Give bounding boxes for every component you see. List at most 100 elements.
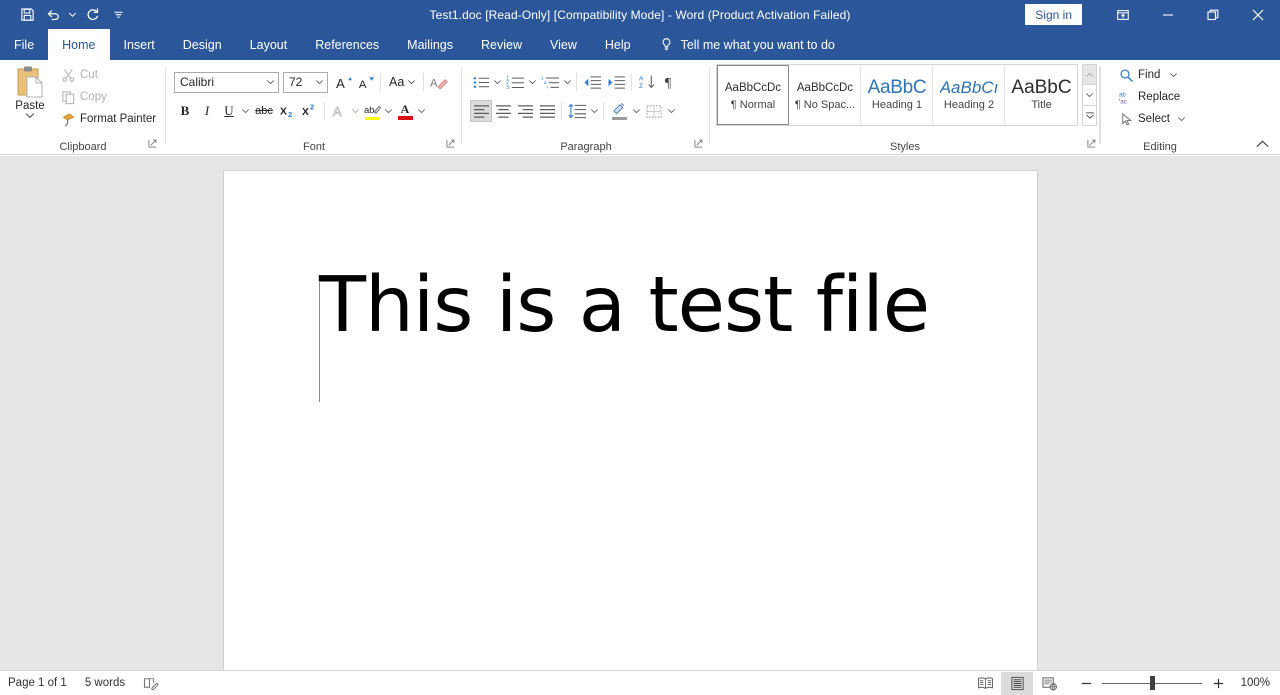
zoom-level-label[interactable]: 100% bbox=[1234, 677, 1270, 689]
borders-icon[interactable] bbox=[642, 100, 666, 122]
styles-scroll-up-icon[interactable] bbox=[1083, 65, 1096, 86]
underline-chevron-down-icon[interactable] bbox=[240, 100, 251, 122]
clear-formatting-icon[interactable]: A bbox=[427, 71, 449, 93]
strikethrough-button[interactable]: abc bbox=[251, 100, 277, 122]
zoom-out-button[interactable] bbox=[1079, 673, 1093, 693]
tab-mailings[interactable]: Mailings bbox=[393, 29, 467, 60]
tab-view[interactable]: View bbox=[536, 29, 591, 60]
bold-button[interactable]: B bbox=[174, 100, 196, 122]
select-chevron-down-icon bbox=[1177, 117, 1185, 121]
find-button[interactable]: Find bbox=[1114, 64, 1190, 86]
read-mode-view-icon[interactable] bbox=[969, 672, 1001, 695]
print-layout-view-icon[interactable] bbox=[1001, 671, 1033, 695]
cut-button[interactable]: Cut bbox=[56, 64, 161, 86]
shrink-font-icon[interactable]: A bbox=[355, 71, 377, 93]
italic-button[interactable]: I bbox=[196, 100, 218, 122]
font-size-chevron-down-icon[interactable] bbox=[312, 80, 327, 84]
styles-more-icon[interactable] bbox=[1083, 105, 1096, 125]
font-size-input[interactable]: 72 bbox=[283, 71, 328, 93]
styles-scroll-down-icon[interactable] bbox=[1083, 85, 1096, 106]
subscript-button[interactable]: X2 bbox=[277, 100, 299, 122]
font-dialog-launcher[interactable] bbox=[444, 139, 456, 151]
styles-dialog-launcher[interactable] bbox=[1085, 139, 1097, 151]
bullets-chevron-down-icon[interactable] bbox=[492, 71, 503, 93]
shading-chevron-down-icon[interactable] bbox=[631, 100, 642, 122]
quick-access-toolbar bbox=[14, 0, 131, 29]
format-painter-button[interactable]: Format Painter bbox=[56, 108, 161, 130]
borders-chevron-down-icon[interactable] bbox=[666, 100, 677, 122]
show-formatting-marks-icon[interactable]: ¶ bbox=[659, 71, 681, 93]
tab-review[interactable]: Review bbox=[467, 29, 536, 60]
save-icon[interactable] bbox=[14, 2, 40, 27]
undo-dropdown-chevron-down-icon[interactable] bbox=[66, 2, 79, 27]
replace-button[interactable]: ab ac Replace bbox=[1114, 86, 1190, 108]
numbering-chevron-down-icon[interactable] bbox=[527, 71, 538, 93]
numbering-icon[interactable]: 123 bbox=[503, 71, 527, 93]
underline-button[interactable]: U bbox=[218, 100, 240, 122]
close-icon[interactable] bbox=[1235, 0, 1280, 29]
text-effects-button[interactable]: A bbox=[328, 100, 350, 122]
tab-layout[interactable]: Layout bbox=[236, 29, 302, 60]
align-right-icon[interactable] bbox=[514, 100, 536, 122]
style-item-no-spacing[interactable]: AaBbCcDc ¶ No Spac... bbox=[789, 65, 861, 125]
style-item-title[interactable]: AaBbC Title bbox=[1005, 65, 1077, 125]
font-color-button[interactable]: A bbox=[394, 100, 416, 122]
copy-button[interactable]: Copy bbox=[56, 86, 161, 108]
justify-icon[interactable] bbox=[536, 100, 558, 122]
tab-help[interactable]: Help bbox=[591, 29, 645, 60]
word-count-status[interactable]: 5 words bbox=[85, 677, 125, 689]
collapse-ribbon-icon[interactable] bbox=[1252, 136, 1272, 152]
decrease-indent-icon[interactable] bbox=[580, 71, 604, 93]
multilevel-list-chevron-down-icon[interactable] bbox=[562, 71, 573, 93]
font-family-input[interactable]: Calibri bbox=[174, 71, 279, 93]
clipboard-dialog-launcher[interactable] bbox=[146, 139, 158, 151]
style-preview: AaBbC bbox=[867, 79, 927, 97]
zoom-in-button[interactable] bbox=[1211, 673, 1225, 693]
web-layout-view-icon[interactable] bbox=[1033, 672, 1065, 695]
grow-font-icon[interactable]: A bbox=[333, 71, 355, 93]
page-number-status[interactable]: Page 1 of 1 bbox=[8, 677, 67, 689]
line-spacing-chevron-down-icon[interactable] bbox=[589, 100, 600, 122]
tab-design[interactable]: Design bbox=[169, 29, 236, 60]
undo-icon[interactable] bbox=[40, 2, 66, 27]
change-case-button[interactable]: Aa bbox=[384, 71, 420, 93]
document-canvas[interactable]: This is a test file bbox=[0, 156, 1280, 695]
select-button[interactable]: Select bbox=[1114, 108, 1190, 130]
minimize-icon[interactable] bbox=[1145, 0, 1190, 29]
font-family-chevron-down-icon[interactable] bbox=[263, 80, 278, 84]
document-body-text[interactable]: This is a test file bbox=[319, 267, 930, 344]
customize-qat-icon[interactable] bbox=[105, 2, 131, 27]
style-item-normal[interactable]: AaBbCcDc ¶ Normal bbox=[717, 65, 789, 125]
shading-icon[interactable] bbox=[607, 100, 631, 122]
multilevel-list-icon[interactable]: 1ai bbox=[538, 71, 562, 93]
line-spacing-icon[interactable] bbox=[565, 100, 589, 122]
zoom-slider[interactable] bbox=[1102, 673, 1202, 693]
zoom-slider-thumb[interactable] bbox=[1150, 676, 1155, 690]
tab-references[interactable]: References bbox=[301, 29, 393, 60]
text-effects-chevron-down-icon[interactable] bbox=[350, 100, 361, 122]
increase-indent-icon[interactable] bbox=[604, 71, 628, 93]
tell-me-search[interactable]: Tell me what you want to do bbox=[645, 29, 845, 60]
align-left-icon[interactable] bbox=[470, 100, 492, 122]
tab-insert[interactable]: Insert bbox=[110, 29, 169, 60]
document-page[interactable]: This is a test file bbox=[223, 170, 1038, 695]
ribbon-display-options-icon[interactable] bbox=[1100, 0, 1145, 29]
paste-button[interactable]: Paste bbox=[8, 64, 52, 130]
superscript-button[interactable]: X2 bbox=[299, 100, 321, 122]
redo-icon[interactable] bbox=[79, 2, 105, 27]
tab-home[interactable]: Home bbox=[48, 29, 110, 60]
style-item-heading-2[interactable]: AaBbCı Heading 2 bbox=[933, 65, 1005, 125]
align-center-icon[interactable] bbox=[492, 100, 514, 122]
format-painter-icon bbox=[61, 112, 76, 127]
highlight-color-button[interactable]: ab bbox=[361, 100, 383, 122]
tab-file[interactable]: File bbox=[0, 29, 48, 60]
restore-icon[interactable] bbox=[1190, 0, 1235, 29]
bullets-icon[interactable] bbox=[470, 71, 492, 93]
highlight-color-chevron-down-icon[interactable] bbox=[383, 100, 394, 122]
proofing-errors-icon[interactable] bbox=[143, 676, 159, 691]
style-item-heading-1[interactable]: AaBbC Heading 1 bbox=[861, 65, 933, 125]
font-color-chevron-down-icon[interactable] bbox=[416, 100, 427, 122]
paragraph-dialog-launcher[interactable] bbox=[692, 139, 704, 151]
sign-in-button[interactable]: Sign in bbox=[1025, 4, 1082, 25]
sort-icon[interactable]: AZ bbox=[635, 71, 659, 93]
